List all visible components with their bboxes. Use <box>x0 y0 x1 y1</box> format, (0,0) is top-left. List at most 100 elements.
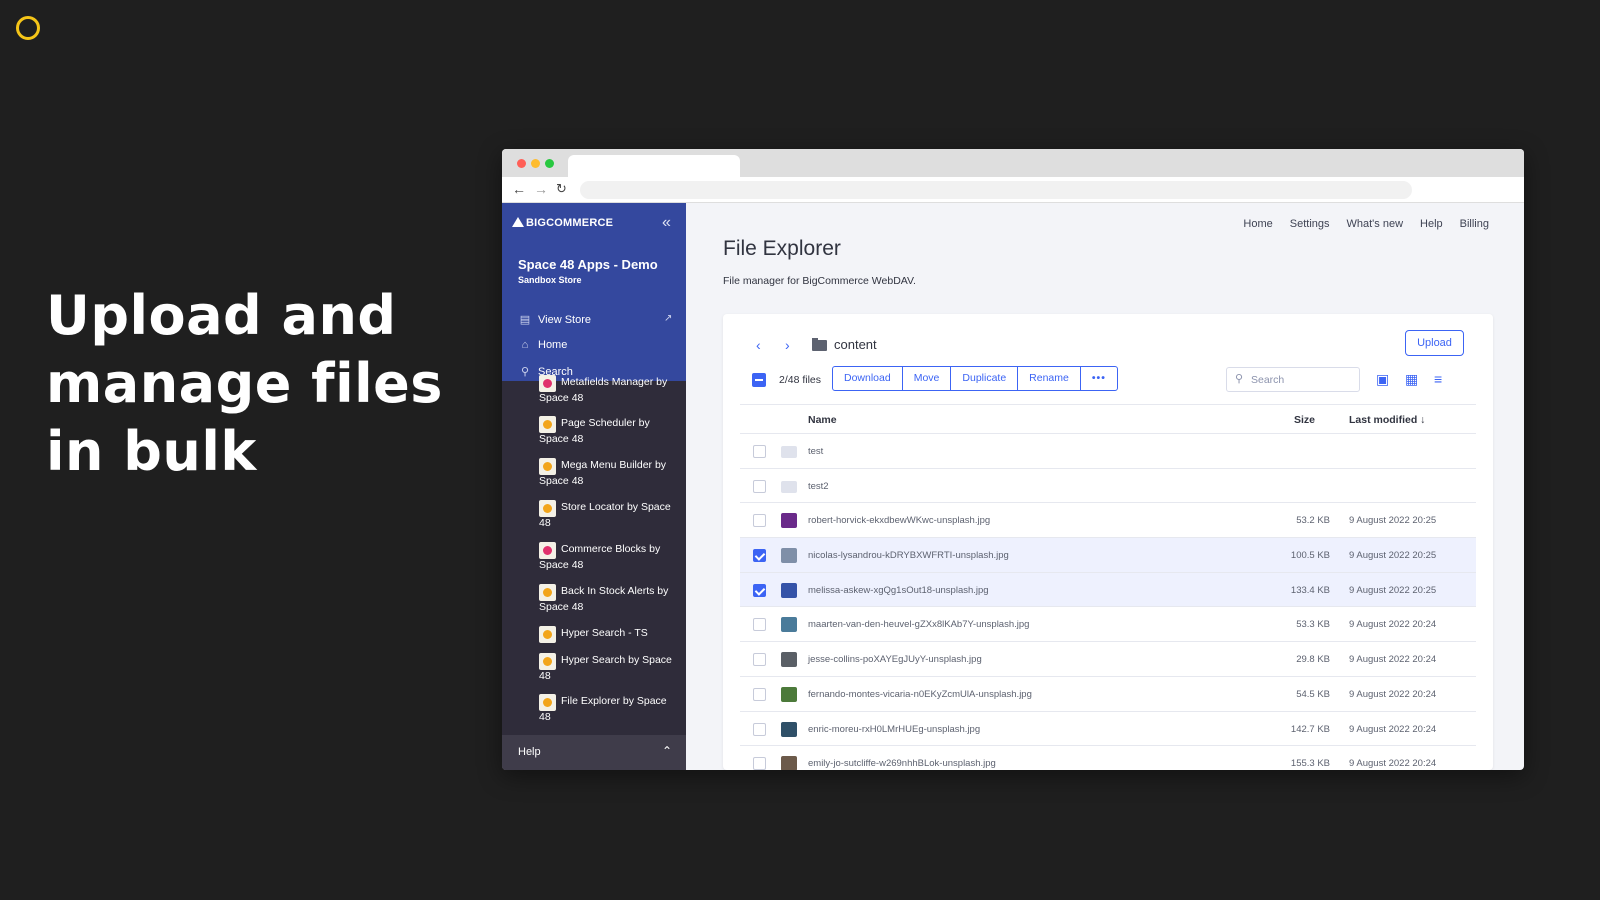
file-name[interactable]: emily-jo-sutcliffe-w269nhhBLok-unsplash.… <box>808 758 996 769</box>
sort-icon[interactable]: ≡ <box>1434 371 1442 387</box>
rename-button[interactable]: Rename <box>1018 367 1081 390</box>
image-thumbnail-icon <box>781 756 797 770</box>
chevron-left-icon[interactable]: ‹ <box>756 337 761 353</box>
file-size: 155.3 KB <box>1290 758 1330 770</box>
minimize-window-button[interactable] <box>531 159 540 168</box>
upload-button[interactable]: Upload <box>1405 330 1464 356</box>
row-checkbox[interactable] <box>753 583 766 597</box>
sidebar-help-section[interactable]: Help ⌃ <box>502 735 686 770</box>
file-name[interactable]: fernando-montes-vicaria-n0EKyZcmUlA-unsp… <box>808 689 1032 700</box>
sidebar-item-home[interactable]: ⌂ Home <box>518 339 568 351</box>
row-checkbox[interactable] <box>753 479 766 493</box>
external-link-icon[interactable]: ↗ <box>664 313 672 324</box>
row-checkbox[interactable] <box>753 445 766 458</box>
reload-icon[interactable]: ↻ <box>556 181 567 197</box>
forward-arrow-icon[interactable]: → <box>534 181 548 197</box>
browser-tabbar <box>502 149 1524 178</box>
table-row[interactable]: emily-jo-sutcliffe-w269nhhBLok-unsplash.… <box>740 746 1476 770</box>
file-explorer-card: ‹ › content Upload 2/48 files Download M… <box>723 314 1493 770</box>
topnav-help[interactable]: Help <box>1420 218 1443 230</box>
store-name: Space 48 Apps - Demo <box>518 257 658 272</box>
table-row[interactable]: jesse-collins-poXAYEgJUyY-unsplash.jpg 29… <box>740 642 1476 677</box>
image-thumbnail-icon <box>781 686 797 702</box>
store-subtitle: Sandbox Store <box>518 275 582 285</box>
row-checkbox[interactable] <box>753 549 766 563</box>
more-actions-button[interactable]: ••• <box>1081 367 1117 390</box>
current-folder: content <box>834 337 877 352</box>
search-field[interactable]: ⚲ <box>1226 367 1360 392</box>
file-name[interactable]: nicolas-lysandrou-kDRYBXWFRTI-unsplash.j… <box>808 550 1009 561</box>
table-row[interactable]: robert-horvick-ekxdbewWKwc-unsplash.jpg 5… <box>740 503 1476 539</box>
sidebar-app-item[interactable]: Commerce Blocks by Space 48 <box>539 541 675 573</box>
file-name[interactable]: test <box>808 446 823 457</box>
topnav-whats-new[interactable]: What's new <box>1347 218 1404 230</box>
table-body: test test2 robert-horvick-ekxdbewWKwc-unsp… <box>740 434 1476 770</box>
new-folder-icon[interactable]: ▣ <box>1376 371 1389 387</box>
table-row[interactable]: melissa-askew-xgQg1sOut18-unsplash.jpg 13… <box>740 572 1476 608</box>
sidebar-app-item[interactable]: Store Locator by Space 48 <box>539 499 675 531</box>
topnav-settings[interactable]: Settings <box>1290 218 1330 230</box>
row-checkbox[interactable] <box>753 653 766 667</box>
move-button[interactable]: Move <box>903 367 952 390</box>
image-thumbnail-icon <box>781 617 797 633</box>
file-name[interactable]: jesse-collins-poXAYEgJUyY-unsplash.jpg <box>808 654 982 665</box>
table-row[interactable]: maarten-van-den-heuvel-gZXx8lKAb7Y-unspl… <box>740 607 1476 643</box>
image-thumbnail-icon <box>781 513 797 529</box>
brand-ring-logo <box>16 16 40 40</box>
file-size: 142.7 KB <box>1290 723 1330 735</box>
browser-tab[interactable] <box>568 155 740 178</box>
selected-files-count: 2/48 files <box>779 374 822 386</box>
row-checkbox[interactable] <box>753 514 766 528</box>
file-name[interactable]: maarten-van-den-heuvel-gZXx8lKAb7Y-unspl… <box>808 619 1029 630</box>
file-name[interactable]: enric-moreu-rxH0LMrHUEg-unsplash.jpg <box>808 724 980 735</box>
row-checkbox[interactable] <box>753 687 766 701</box>
duplicate-button[interactable]: Duplicate <box>951 367 1019 390</box>
maximize-window-button[interactable] <box>545 159 554 168</box>
page-subtitle: File manager for BigCommerce WebDAV. <box>723 275 916 287</box>
browser-toolbar: ← → ↻ <box>502 177 1524 203</box>
select-all-checkbox[interactable] <box>752 373 766 387</box>
image-thumbnail-icon <box>781 548 797 564</box>
file-modified-date: 9 August 2022 20:24 <box>1349 619 1437 631</box>
chevron-up-icon[interactable]: ⌃ <box>662 744 672 758</box>
image-thumbnail-icon <box>781 652 797 668</box>
file-size: 100.5 KB <box>1290 550 1330 562</box>
grid-view-icon[interactable]: ▦ <box>1405 371 1418 387</box>
top-navigation: Home Settings What's new Help Billing <box>1243 218 1489 230</box>
column-modified-header[interactable]: Last modified ↓ <box>1349 414 1425 426</box>
table-row[interactable]: enric-moreu-rxH0LMrHUEg-unsplash.jpg 142.… <box>740 712 1476 747</box>
sidebar-app-item[interactable]: Back In Stock Alerts by Space 48 <box>539 583 675 615</box>
file-name[interactable]: robert-horvick-ekxdbewWKwc-unsplash.jpg <box>808 515 990 526</box>
bigcommerce-logo: BIGCOMMERCE <box>512 217 613 229</box>
sidebar-app-item[interactable]: Hyper Search by Space 48 <box>539 652 675 684</box>
table-row[interactable]: nicolas-lysandrou-kDRYBXWFRTI-unsplash.j… <box>740 538 1476 573</box>
file-size: 133.4 KB <box>1290 584 1330 596</box>
table-row[interactable]: test <box>740 434 1476 469</box>
sidebar-app-item[interactable]: Metafields Manager by Space 48 <box>539 374 675 406</box>
table-row[interactable]: fernando-montes-vicaria-n0EKyZcmUlA-unsp… <box>740 677 1476 712</box>
search-input[interactable] <box>1251 372 1355 388</box>
sidebar-app-item[interactable]: Hyper Search - TS <box>539 625 675 641</box>
table-row[interactable]: test2 <box>740 469 1476 504</box>
download-button[interactable]: Download <box>833 367 903 390</box>
column-name-header[interactable]: Name <box>808 414 837 426</box>
sidebar-app-item[interactable]: Mega Menu Builder by Space 48 <box>539 457 675 489</box>
file-size: 53.3 KB <box>1296 619 1330 631</box>
address-bar[interactable] <box>580 181 1412 199</box>
column-size-header[interactable]: Size <box>1294 414 1315 426</box>
file-name[interactable]: test2 <box>808 481 829 492</box>
row-checkbox[interactable] <box>753 722 766 736</box>
row-checkbox[interactable] <box>753 618 766 632</box>
sidebar-app-item-active[interactable]: File Explorer by Space 48 <box>539 693 675 725</box>
collapse-sidebar-icon[interactable]: « <box>662 214 671 232</box>
topnav-home[interactable]: Home <box>1243 218 1272 230</box>
sidebar-item-view-store[interactable]: ▤ View Store <box>518 313 591 326</box>
topnav-billing[interactable]: Billing <box>1460 218 1489 230</box>
back-arrow-icon[interactable]: ← <box>512 181 526 197</box>
chevron-right-icon[interactable]: › <box>785 337 790 353</box>
sidebar-app-item[interactable]: Page Scheduler by Space 48 <box>539 415 675 447</box>
file-name[interactable]: melissa-askew-xgQg1sOut18-unsplash.jpg <box>808 585 989 596</box>
row-checkbox[interactable] <box>753 757 766 770</box>
close-window-button[interactable] <box>517 159 526 168</box>
folder-icon <box>812 338 827 351</box>
